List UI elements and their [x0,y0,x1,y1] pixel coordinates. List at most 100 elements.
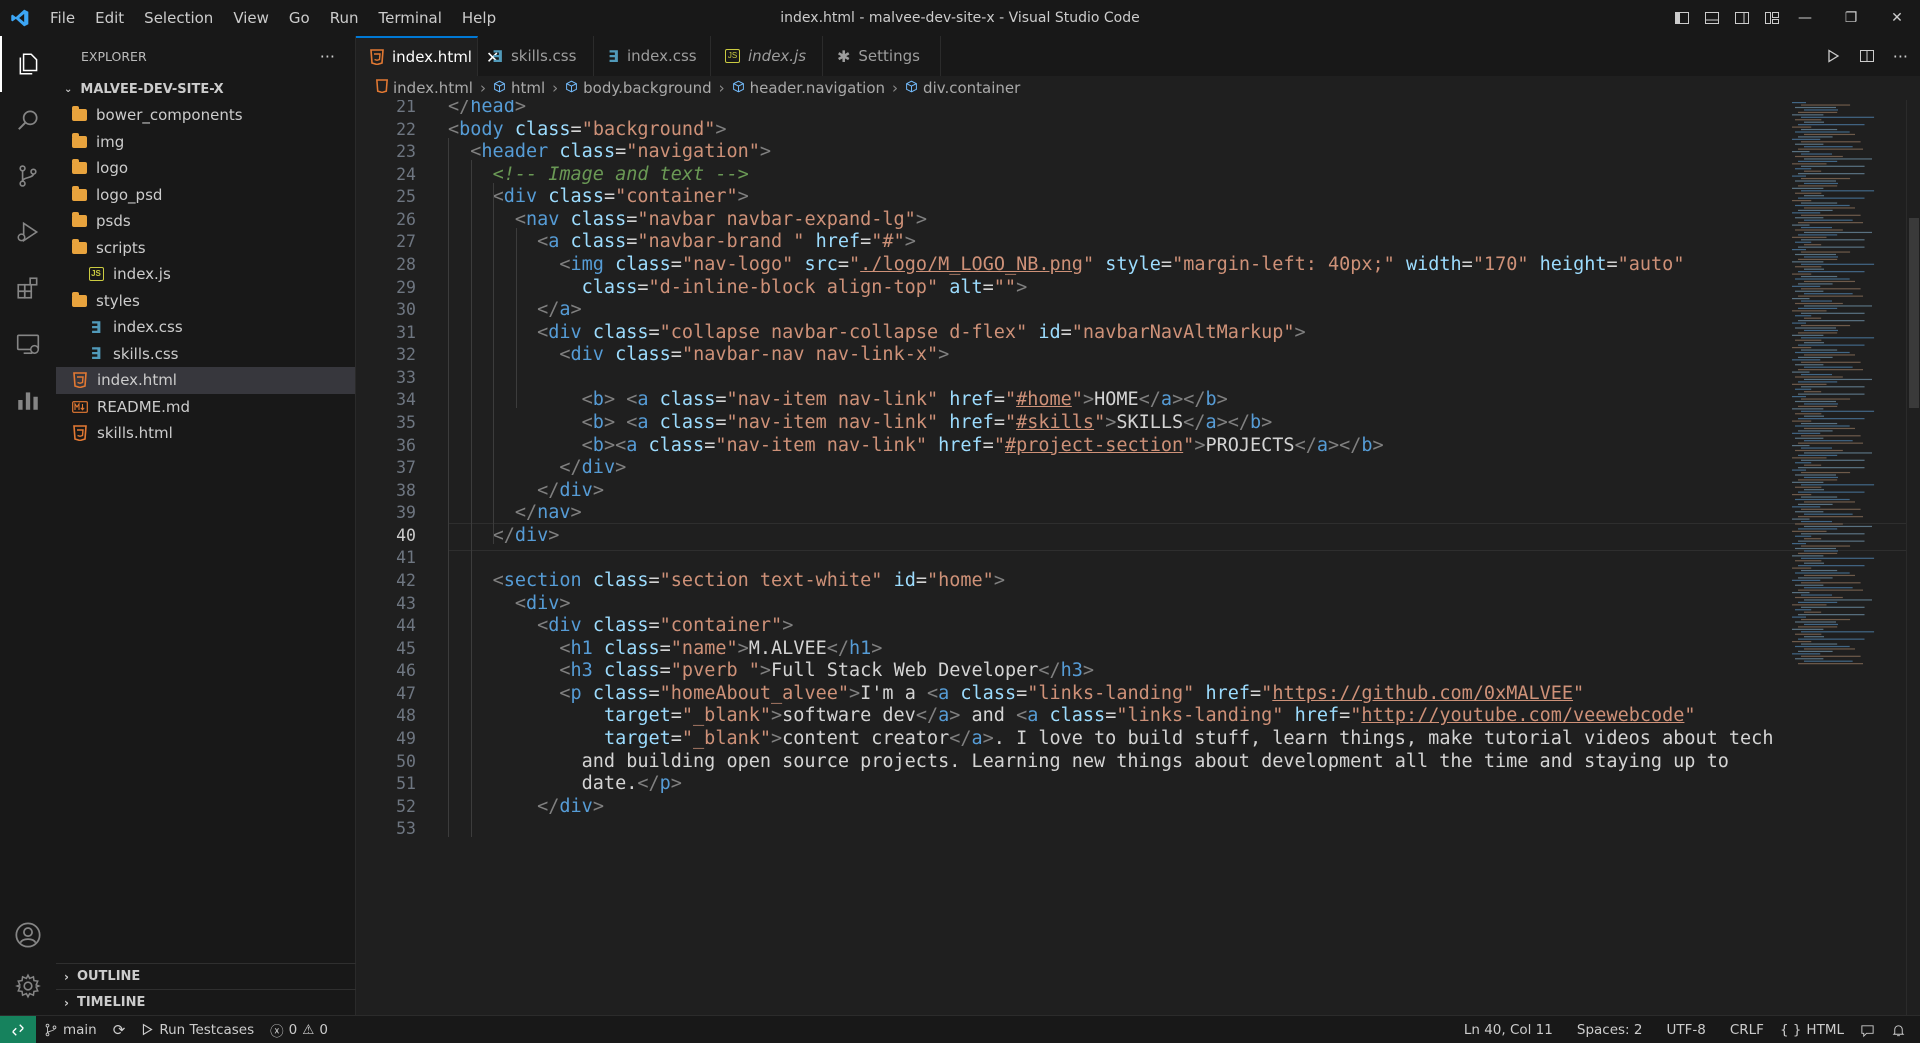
indent-guide [515,227,517,409]
cursor-position[interactable]: Ln 40, Col 11 [1456,1022,1561,1038]
encoding[interactable]: UTF-8 [1658,1022,1713,1038]
file-tree-item-skills-html[interactable]: skills.html [56,420,355,447]
restore-icon[interactable]: ❐ [1828,0,1874,36]
breadcrumb-item[interactable]: div.container [905,79,1020,97]
charts-icon[interactable] [0,372,56,428]
editor-actions: ··· [1825,36,1908,76]
menu-go[interactable]: Go [279,0,320,36]
branch-status[interactable]: main [36,1022,105,1038]
code-editor[interactable]: 21 22 23 24 25 26 27 28 29 30 31 32 33 34 35 36 37 38 39 40… [356,100,1920,1015]
file-tree-item-index-css[interactable]: ∃ index.css [56,314,355,341]
menu-selection[interactable]: Selection [134,0,223,36]
minimap-line [1804,599,1872,601]
minimap-line [1801,594,1832,596]
minimap-line [1795,131,1850,133]
more-actions-icon[interactable]: ··· [320,47,335,66]
minimap-line [1798,601,1838,603]
explorer-icon[interactable] [0,36,56,92]
remote-indicator[interactable] [0,1015,36,1043]
menu-terminal[interactable]: Terminal [369,0,452,36]
indentation[interactable]: Spaces: 2 [1569,1022,1651,1038]
remote-explorer-icon[interactable] [0,316,56,372]
toggle-primary-sidebar-icon[interactable] [1674,10,1690,26]
minimap-line [1795,633,1822,635]
breadcrumb-item[interactable]: html [493,79,545,97]
file-tree-item-logo-psd[interactable]: logo_psd [56,182,355,209]
file-tree-item-scripts[interactable]: scripts [56,235,355,262]
file-tree-item-index-js[interactable]: JS index.js [56,261,355,288]
toggle-panel-icon[interactable] [1704,10,1720,26]
menu-file[interactable]: File [40,0,85,36]
tab-settings[interactable]: ✱ Settings [823,36,941,76]
line-ending[interactable]: CRLF [1722,1022,1772,1038]
minimap[interactable] [1788,100,1906,1015]
folder-open-icon [72,238,87,254]
tab-index-html[interactable]: index.html ✕ [356,36,499,76]
minimap-line [1798,209,1833,211]
minimap-line [1801,582,1861,584]
tab-index-js[interactable]: JS index.js [711,36,823,76]
feedback[interactable] [1852,1023,1883,1038]
minimap-line [1795,511,1824,513]
minimap-line [1801,373,1832,376]
minimap-line [1801,545,1851,547]
menu-view[interactable]: View [223,0,279,36]
minimap-line [1801,141,1861,143]
code-lines[interactable]: </head> <body class="background"> <header… [448,100,1920,1015]
tab-skills-css[interactable]: ∃ skills.css [478,36,594,76]
run-and-debug-icon[interactable] [0,204,56,260]
markdown-file-icon [72,399,88,415]
accounts-icon[interactable] [0,907,56,963]
file-tree-item-img[interactable]: img [56,129,355,156]
breadcrumb-item[interactable]: index.html [376,79,473,97]
minimap-line [1798,540,1865,542]
file-tree-item-readme-md[interactable]: README.md [56,394,355,421]
file-tree-item-styles[interactable]: styles [56,288,355,315]
file-tree-item-psds[interactable]: psds [56,208,355,235]
file-tree-item-logo[interactable]: logo [56,155,355,182]
file-tree-item-bower-components[interactable]: bower_components [56,102,355,129]
toggle-secondary-sidebar-icon[interactable] [1734,10,1750,26]
menu-help[interactable]: Help [452,0,506,36]
outline-section[interactable]: › OUTLINE [56,963,356,989]
minimap-line [1804,268,1825,270]
split-editor-icon[interactable] [1859,48,1875,64]
file-tree-item-index-html[interactable]: index.html [56,367,355,394]
minimap-line [1804,550,1838,552]
breadcrumb-item[interactable]: header.navigation [732,79,885,97]
minimap-line [1801,606,1865,608]
run-play-icon[interactable] [1825,48,1841,64]
notifications[interactable] [1883,1023,1914,1038]
breadcrumb-item[interactable]: body.background [565,79,712,97]
close-window-icon[interactable]: ✕ [1874,0,1920,36]
code-line[interactable]: </div> [448,522,560,550]
search-icon[interactable] [0,92,56,148]
project-root[interactable]: ⌄ MALVEE-DEV-SITE-X [56,76,355,102]
minimap-line [1804,256,1838,258]
code-line[interactable]: <div class="navbar-nav nav-link-x"> [448,341,949,369]
file-tree-label: styles [96,291,140,310]
scrollbar-thumb[interactable] [1909,218,1919,408]
sync-status[interactable]: ⟳ [105,1021,134,1039]
menu-edit[interactable]: Edit [85,0,134,36]
source-control-icon[interactable] [0,148,56,204]
minimap-line [1804,501,1855,503]
extensions-icon[interactable] [0,260,56,316]
run-testcases[interactable]: Run Testcases [133,1022,262,1038]
manage-gear-icon[interactable] [0,958,56,1014]
minimap-line [1801,177,1851,180]
tab-index-css[interactable]: ∃ index.css [594,36,711,76]
more-actions-icon[interactable]: ··· [1893,47,1908,66]
vertical-scrollbar[interactable] [1906,100,1920,1015]
minimap-line [1792,187,1824,189]
minimap-line [1804,195,1825,197]
customize-layout-icon[interactable] [1764,10,1780,26]
menu-run[interactable]: Run [320,0,369,36]
explorer-title: EXPLORER [81,48,147,64]
language-mode[interactable]: { } HTML [1772,1022,1852,1038]
problems-status[interactable]: ⓧ 0 ⚠ 0 [262,1020,336,1040]
file-tree-item-skills-css[interactable]: ∃ skills.css [56,341,355,368]
minimize-icon[interactable]: — [1782,0,1828,36]
tab-list: index.html ✕ ∃ skills.css ∃ index.css JS index.… [356,36,941,76]
timeline-section[interactable]: › TIMELINE [56,989,356,1015]
